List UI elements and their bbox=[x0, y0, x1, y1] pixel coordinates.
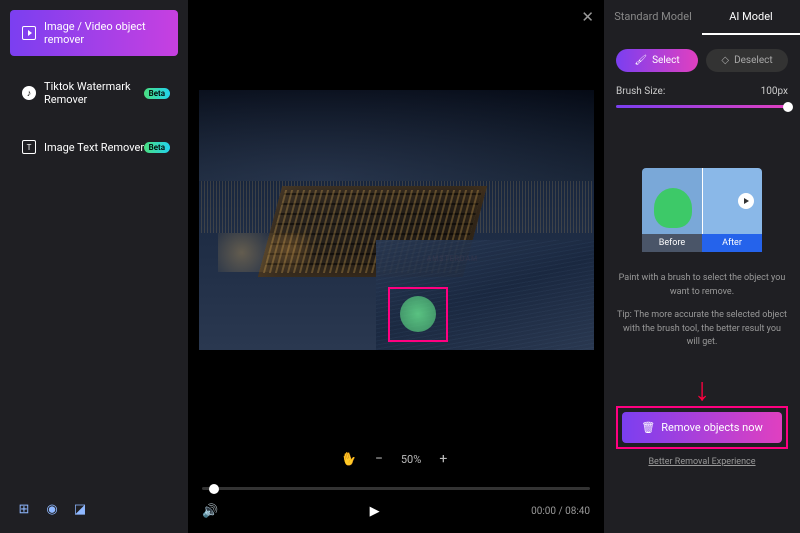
hint-text-2: Tip: The more accurate the selected obje… bbox=[616, 309, 788, 350]
select-mode-button[interactable]: 🖌Select bbox=[616, 49, 698, 72]
before-label: Before bbox=[642, 234, 702, 252]
after-label: After bbox=[702, 234, 762, 252]
nav-text-remover[interactable]: Image Text Remover Beta bbox=[10, 130, 178, 164]
mode-switch: 🖌Select ◇Deselect bbox=[616, 49, 788, 72]
cta-highlight: 🗑Remove objects now bbox=[616, 406, 788, 449]
tab-standard[interactable]: Standard Model bbox=[604, 0, 702, 35]
beta-badge: Beta bbox=[144, 142, 170, 153]
slider-handle[interactable] bbox=[783, 102, 793, 112]
beta-badge: Beta bbox=[144, 88, 170, 99]
model-tabs: Standard Model AI Model bbox=[604, 0, 800, 35]
volume-icon[interactable]: 🔊 bbox=[202, 504, 218, 519]
zoom-in-button[interactable]: + bbox=[435, 451, 451, 467]
app-icon-1[interactable]: ◉ bbox=[42, 499, 62, 519]
brush-size-value: 100px bbox=[761, 86, 788, 97]
nav-object-remover[interactable]: Image / Video object remover bbox=[10, 10, 178, 56]
main-editor: ✕ ✋ − 50% + 🔊 ▶ 00:00 / 08:40 bbox=[188, 0, 604, 533]
hand-tool-icon[interactable]: ✋ bbox=[339, 450, 359, 469]
windows-icon[interactable]: ⊞ bbox=[14, 499, 34, 519]
video-frame bbox=[199, 90, 594, 350]
better-experience-link[interactable]: Better Removal Experience bbox=[616, 457, 788, 467]
nav-label: Image Text Remover bbox=[44, 141, 144, 154]
eraser-icon: ◇ bbox=[721, 55, 729, 66]
tiktok-icon bbox=[22, 86, 36, 100]
brush-size-slider[interactable] bbox=[616, 105, 788, 108]
sidebar: Image / Video object remover Tiktok Wate… bbox=[0, 0, 188, 533]
video-icon bbox=[22, 26, 36, 40]
preview-card[interactable]: Before After bbox=[642, 168, 762, 252]
canvas[interactable] bbox=[188, 0, 604, 439]
brush-size-label: Brush Size: bbox=[616, 86, 665, 97]
nav-tiktok-remover[interactable]: Tiktok Watermark Remover Beta bbox=[10, 70, 178, 116]
remove-objects-button[interactable]: 🗑Remove objects now bbox=[622, 412, 782, 443]
app-icon-2[interactable]: ◪ bbox=[70, 499, 90, 519]
time-display: 00:00 / 08:40 bbox=[531, 506, 590, 517]
zoom-controls: ✋ − 50% + bbox=[188, 439, 604, 479]
play-button[interactable]: ▶ bbox=[370, 504, 380, 519]
text-icon bbox=[22, 140, 36, 154]
nav-label: Image / Video object remover bbox=[44, 20, 166, 46]
arrow-annotation: ↓ bbox=[616, 370, 788, 408]
zoom-value: 50% bbox=[401, 453, 421, 466]
tab-ai[interactable]: AI Model bbox=[702, 0, 800, 35]
zoom-out-button[interactable]: − bbox=[371, 451, 387, 467]
seek-bar[interactable] bbox=[202, 487, 590, 490]
trash-icon: 🗑 bbox=[641, 421, 655, 434]
right-panel: Standard Model AI Model 🖌Select ◇Deselec… bbox=[604, 0, 800, 533]
seek-handle[interactable] bbox=[209, 484, 219, 494]
deselect-mode-button[interactable]: ◇Deselect bbox=[706, 49, 788, 72]
playback-controls: 🔊 ▶ 00:00 / 08:40 bbox=[188, 479, 604, 533]
brush-icon: 🖌 bbox=[634, 55, 647, 66]
play-icon bbox=[738, 193, 754, 209]
brush-selection bbox=[388, 287, 448, 342]
taskbar: ⊞ ◉ ◪ bbox=[10, 495, 178, 523]
hint-text-1: Paint with a brush to select the object … bbox=[616, 272, 788, 299]
preview-image bbox=[642, 168, 762, 234]
